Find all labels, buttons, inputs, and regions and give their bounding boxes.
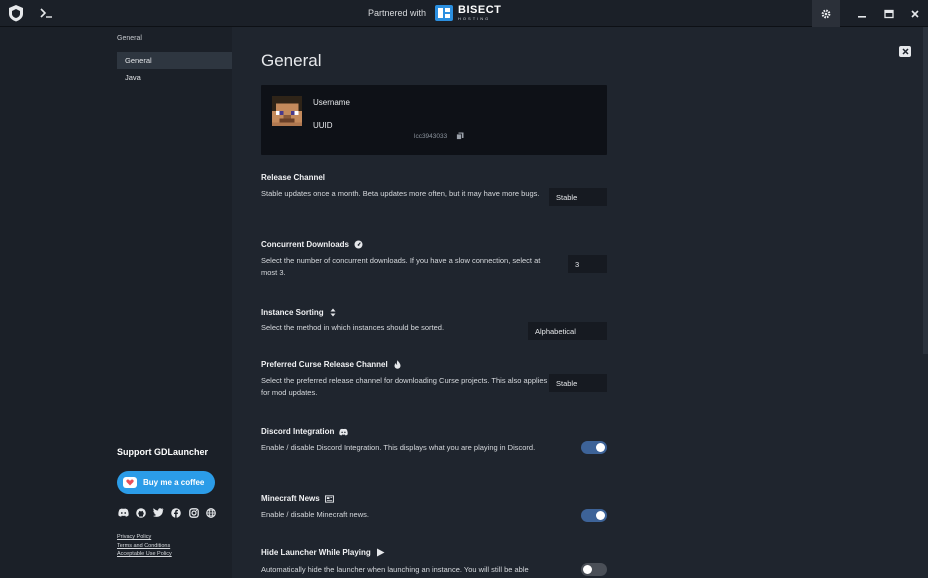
scrollbar-thumb[interactable] [923, 27, 928, 354]
minecraft-news-title: Minecraft News [261, 494, 334, 503]
discord-integration-title: Discord Integration [261, 427, 349, 436]
instance-sorting-description: Select the method in which instances sho… [261, 323, 445, 332]
close-icon [911, 9, 919, 18]
window-close-button[interactable] [901, 0, 928, 27]
uuid-label: UUID [313, 121, 333, 130]
terminal-icon[interactable] [38, 5, 56, 21]
terms-and-conditions-link[interactable]: Terms and Conditions [117, 543, 170, 549]
discord-integration-description: Enable / disable Discord Integration. Th… [261, 443, 536, 452]
coffee-button-label: Buy me a coffee [143, 478, 205, 487]
curse-release-channel-title: Preferred Curse Release Channel [261, 360, 402, 369]
minimize-icon [858, 15, 866, 18]
sidebar-item-label: Java [125, 73, 141, 82]
release-channel-title: Release Channel [261, 173, 326, 182]
settings-content: General Username UUID lcc3943033 Release… [232, 27, 928, 578]
support-title: Support GDLauncher [117, 447, 209, 457]
discord-integration-toggle[interactable] [581, 441, 607, 454]
release-channel-description: Stable updates once a month. Beta update… [261, 189, 540, 198]
twitter-icon[interactable] [153, 507, 164, 518]
acceptable-use-policy-link[interactable]: Acceptable Use Policy [117, 551, 172, 557]
settings-sidebar: General General Java Support GDLauncher … [0, 27, 232, 578]
settings-button[interactable] [812, 0, 840, 27]
toggle-knob [596, 511, 605, 520]
partner-banner[interactable]: Partnered with BISECT HOSTING [368, 3, 501, 23]
facebook-icon[interactable] [171, 507, 182, 518]
hide-launcher-title: Hide Launcher While Playing [261, 548, 385, 557]
fire-icon [393, 360, 402, 369]
maximize-icon [884, 9, 894, 18]
gdlauncher-logo-icon[interactable] [7, 4, 25, 22]
page-title: General [261, 51, 322, 70]
discord-icon [339, 427, 349, 436]
minecraft-news-toggle[interactable] [581, 509, 607, 522]
privacy-policy-link[interactable]: Privacy Policy [117, 534, 151, 540]
title-bar: Partnered with BISECT HOSTING [0, 0, 928, 27]
concurrent-downloads-description: Select the number of concurrent download… [261, 256, 541, 277]
minimize-button[interactable] [848, 0, 876, 27]
avatar [272, 96, 302, 126]
concurrent-downloads-title: Concurrent Downloads [261, 240, 363, 249]
instance-sorting-select[interactable]: Alphabetical [528, 322, 607, 340]
partnered-with-label: Partnered with [368, 8, 427, 18]
partner-name: BISECT [458, 4, 502, 16]
gauge-icon [354, 240, 363, 249]
partner-sub: HOSTING [458, 16, 491, 21]
discord-icon[interactable] [118, 507, 129, 518]
hide-launcher-description: Automatically hide the launcher when lau… [261, 565, 529, 574]
coffee-icon [123, 477, 137, 488]
concurrent-downloads-select[interactable]: 3 [568, 255, 607, 273]
sidebar-heading: General [117, 35, 142, 42]
toggle-knob [596, 443, 605, 452]
close-settings-button[interactable] [899, 46, 911, 57]
toggle-knob [583, 565, 592, 574]
uuid-value: lcc3943033 [414, 133, 448, 140]
username-label: Username [313, 98, 350, 107]
copy-icon[interactable] [456, 132, 464, 140]
curse-release-channel-description: Select the preferred release channel for… [261, 376, 548, 397]
sidebar-item-label: General [125, 56, 152, 65]
gear-icon [821, 9, 831, 18]
buy-me-a-coffee-button[interactable]: Buy me a coffee [117, 471, 215, 494]
bisect-wordmark: BISECT HOSTING [458, 5, 501, 21]
account-card: Username UUID lcc3943033 [261, 85, 607, 155]
release-channel-select[interactable]: Stable [549, 188, 607, 206]
sidebar-item-java[interactable]: Java [117, 69, 232, 86]
github-icon[interactable] [136, 507, 147, 518]
globe-icon[interactable] [206, 507, 217, 518]
sort-icon [329, 308, 338, 317]
hide-launcher-toggle[interactable] [581, 563, 607, 576]
close-icon [901, 48, 909, 55]
play-icon [376, 548, 385, 557]
curse-release-channel-select[interactable]: Stable [549, 374, 607, 392]
maximize-button[interactable] [875, 0, 903, 27]
bisect-logo-icon [435, 5, 454, 21]
sidebar-item-general[interactable]: General [117, 52, 232, 69]
instagram-icon[interactable] [188, 507, 199, 518]
newspaper-icon [324, 494, 334, 503]
social-links [118, 507, 223, 518]
instance-sorting-title: Instance Sorting [261, 308, 338, 317]
minecraft-news-description: Enable / disable Minecraft news. [261, 510, 369, 519]
